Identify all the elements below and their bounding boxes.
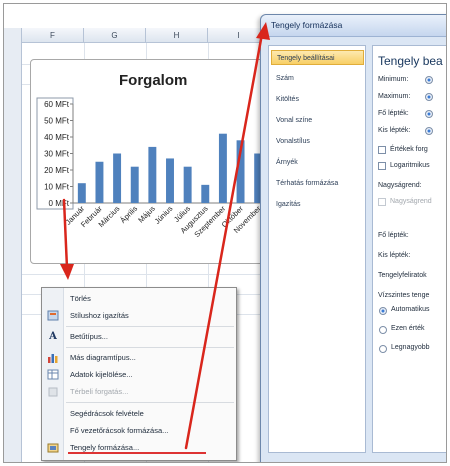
menu-item-delete[interactable]: Törlés bbox=[42, 290, 236, 307]
chart-bar bbox=[166, 158, 174, 203]
menu-item-label: Stílushoz igazítás bbox=[70, 311, 129, 320]
display-units-label: Nagyságrend: bbox=[378, 182, 422, 189]
y-tick-label: 10 MFt bbox=[44, 183, 70, 192]
crosses-value-label: Ezen érték bbox=[391, 325, 425, 332]
maximum-auto-radio[interactable] bbox=[425, 93, 433, 101]
y-tick-label: 50 MFt bbox=[44, 117, 70, 126]
menu-item-select-data[interactable]: Adatok kijelölése... bbox=[42, 366, 236, 383]
axis-options-panel: Tengely bea Minimum: Maximum: Fő lépték:… bbox=[372, 45, 446, 453]
chart-plot-area[interactable]: 0 MFt 10 MFt 20 MFt 30 MFt 40 MFt 50 MFt 60 MF… bbox=[31, 60, 273, 265]
menu-item-label: Más diagramtípus... bbox=[70, 353, 136, 362]
menu-item-change-chart-type[interactable]: Más diagramtípus... bbox=[42, 349, 236, 366]
major-unit-label: Fő lépték: bbox=[378, 110, 409, 117]
menu-item-format-major-gridlines[interactable]: Fő vezetőrácsok formázása... bbox=[42, 422, 236, 439]
crosses-max-label: Legnagyobb bbox=[391, 344, 430, 351]
menu-item-add-minor-gridlines[interactable]: Segédrácsok felvétele bbox=[42, 405, 236, 422]
crosses-value-radio[interactable] bbox=[379, 326, 387, 334]
crosses-auto-radio[interactable] bbox=[379, 307, 387, 315]
chart-bar bbox=[113, 153, 122, 203]
panel-heading: Tengely bea bbox=[378, 54, 443, 68]
menu-item-label: Fő vezetőrácsok formázása... bbox=[70, 426, 169, 435]
chart-bar bbox=[77, 183, 86, 203]
crosses-auto-label: Automatikus bbox=[391, 306, 430, 313]
dialog-titlebar[interactable]: Tengely formázása bbox=[261, 15, 446, 37]
values-reverse-checkbox[interactable] bbox=[378, 146, 386, 154]
nav-item-3d-format[interactable]: Térhatás formázása bbox=[271, 176, 364, 191]
dialog-title: Tengely formázása bbox=[271, 20, 343, 30]
crosses-heading: Vízszintes tenge bbox=[378, 292, 430, 299]
y-tick-label: 30 MFt bbox=[44, 150, 70, 159]
chart-type-icon bbox=[47, 352, 59, 363]
x-tick-label: Április bbox=[118, 204, 139, 225]
menu-item-reset-style[interactable]: Stílushoz igazítás bbox=[42, 307, 236, 324]
menu-item-font[interactable]: A Betűtípus... bbox=[42, 328, 236, 345]
menu-separator bbox=[66, 326, 234, 327]
nav-item-line-color[interactable]: Vonal színe bbox=[271, 113, 364, 128]
major-tick-label: Fő lépték: bbox=[378, 232, 409, 239]
crosses-max-radio[interactable] bbox=[379, 345, 387, 353]
values-reverse-label: Értékek forg bbox=[390, 146, 428, 153]
y-tick-label: 40 MFt bbox=[44, 133, 70, 142]
nav-item-alignment[interactable]: Igazítás bbox=[271, 197, 364, 212]
nav-item-axis-options[interactable]: Tengely beállításai bbox=[271, 50, 364, 65]
nav-item-line-style[interactable]: Vonalstílus bbox=[271, 134, 364, 149]
menu-item-3d-rotation: Térbeli forgatás... bbox=[42, 383, 236, 400]
menu-item-label: Térbeli forgatás... bbox=[70, 387, 129, 396]
chart-bar bbox=[148, 146, 157, 203]
minimum-label: Minimum: bbox=[378, 76, 409, 83]
menu-separator bbox=[66, 347, 234, 348]
chart-bar bbox=[236, 140, 245, 203]
menu-item-label: Segédrácsok felvétele bbox=[70, 409, 144, 418]
y-tick-label: 0 MFt bbox=[49, 199, 70, 208]
column-header-g[interactable]: G bbox=[84, 28, 146, 43]
column-header-f[interactable]: F bbox=[22, 28, 84, 43]
spreadsheet: F G H I Forgalom 0 MFt 10 MFt 20 MFt 30 MFt… bbox=[4, 4, 446, 462]
font-icon: A bbox=[49, 331, 57, 342]
nav-item-number[interactable]: Szám bbox=[271, 71, 364, 86]
menu-item-label: Törlés bbox=[70, 294, 91, 303]
highlight-underline bbox=[68, 452, 206, 454]
log-scale-label: Logaritmikus bbox=[390, 162, 430, 169]
style-icon bbox=[47, 310, 59, 321]
menu-item-label: Betűtípus... bbox=[70, 332, 108, 341]
y-tick-label: 60 MFt bbox=[44, 100, 70, 109]
log-scale-checkbox[interactable] bbox=[378, 162, 386, 170]
chart-bar bbox=[201, 184, 210, 203]
x-tick-label: Június bbox=[153, 204, 175, 226]
display-units-show-label: Nagyságrend bbox=[390, 198, 432, 205]
menu-item-label: Adatok kijelölése... bbox=[70, 370, 133, 379]
nav-item-shadow[interactable]: Árnyék bbox=[271, 155, 364, 170]
chart-bar bbox=[218, 133, 227, 203]
minor-unit-label: Kis lépték: bbox=[378, 127, 411, 134]
y-tick-label: 20 MFt bbox=[44, 166, 70, 175]
format-axis-dialog: Tengely formázása Tengely beállításai Sz… bbox=[260, 14, 446, 462]
minimum-auto-radio[interactable] bbox=[425, 76, 433, 84]
menu-separator bbox=[66, 402, 234, 403]
context-menu: Törlés Stílushoz igazítás A Betűtípus...… bbox=[41, 287, 237, 461]
tick-labels-label: Tengelyfeliratok bbox=[378, 272, 427, 279]
major-unit-auto-radio[interactable] bbox=[425, 110, 433, 118]
maximum-label: Maximum: bbox=[378, 93, 411, 100]
chart-bar bbox=[183, 166, 192, 203]
minor-unit-auto-radio[interactable] bbox=[425, 127, 433, 135]
select-data-icon bbox=[47, 369, 59, 380]
column-header-h[interactable]: H bbox=[146, 28, 208, 43]
chart-bar bbox=[130, 166, 139, 203]
display-units-checkbox bbox=[378, 198, 386, 206]
chart-bar bbox=[95, 161, 104, 203]
dialog-category-list: Tengely beállításai Szám Kitöltés Vonal … bbox=[268, 45, 366, 453]
grid-line bbox=[22, 274, 272, 275]
minor-tick-label: Kis lépték: bbox=[378, 252, 411, 259]
nav-item-fill[interactable]: Kitöltés bbox=[271, 92, 364, 107]
column-chart[interactable]: Forgalom 0 MFt 10 MFt 20 MFt 30 MFt 40 MFt 50… bbox=[30, 59, 272, 264]
row-header-strip bbox=[4, 28, 22, 462]
3d-rotation-icon bbox=[47, 386, 59, 397]
format-axis-icon bbox=[47, 442, 59, 453]
screenshot-frame: F G H I Forgalom 0 MFt 10 MFt 20 MFt 30 MFt… bbox=[3, 3, 447, 463]
